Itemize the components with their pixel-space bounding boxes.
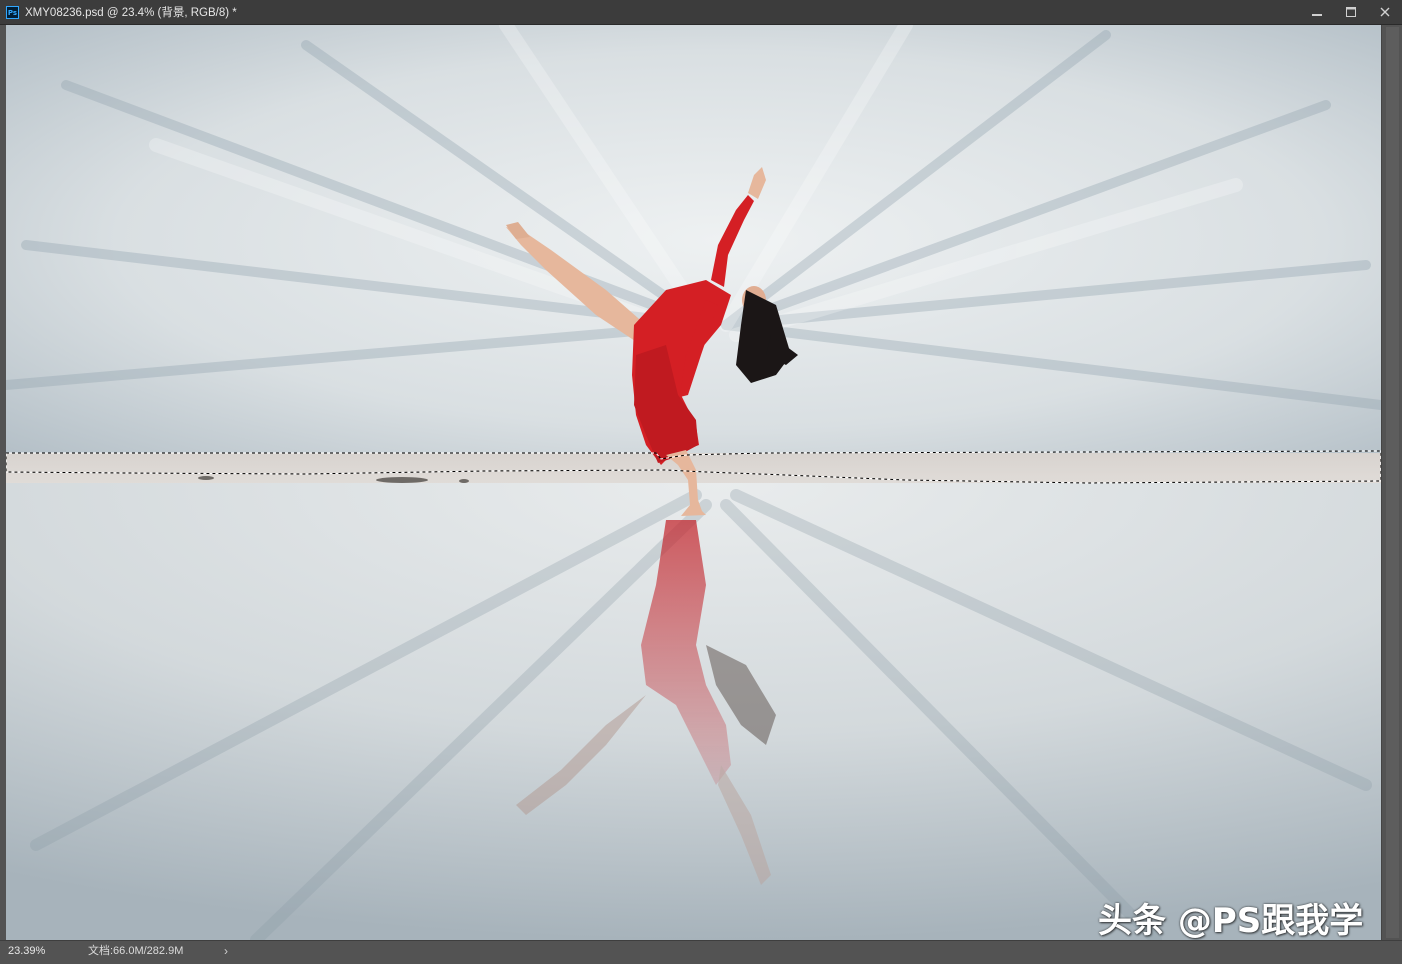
document-title: XMY08236.psd @ 23.4% (背景, RGB/8) * bbox=[25, 7, 237, 19]
document-size-info[interactable]: 文档:66.0M/282.9M bbox=[88, 943, 183, 960]
photo-dancer-on-beach bbox=[6, 25, 1381, 940]
status-menu-arrow-icon[interactable]: › bbox=[224, 943, 228, 960]
close-button[interactable] bbox=[1368, 0, 1402, 24]
zoom-level-field[interactable]: 23.39% bbox=[4, 943, 64, 960]
image-canvas[interactable]: 头条 @PS跟我学 bbox=[6, 25, 1381, 940]
maximize-icon bbox=[1346, 7, 1356, 17]
photoshop-app-icon: Ps bbox=[6, 5, 19, 19]
window-controls bbox=[1300, 0, 1402, 24]
maximize-button[interactable] bbox=[1334, 0, 1368, 24]
close-icon bbox=[1380, 7, 1390, 17]
document-title-bar[interactable]: Ps XMY08236.psd @ 23.4% (背景, RGB/8) * bbox=[0, 0, 1402, 25]
watermark-text: 头条 @PS跟我学 bbox=[1098, 901, 1364, 940]
vertical-scrollbar[interactable] bbox=[1381, 25, 1402, 940]
minimize-button[interactable] bbox=[1300, 0, 1334, 24]
sky bbox=[6, 25, 1381, 455]
scrollbar-thumb[interactable] bbox=[1386, 27, 1399, 938]
status-bar: 23.39% 文档:66.0M/282.9M › bbox=[0, 940, 1402, 964]
photoshop-document-window: Ps XMY08236.psd @ 23.4% (背景, RGB/8) * 头条… bbox=[0, 0, 1402, 964]
minimize-icon bbox=[1312, 14, 1322, 16]
